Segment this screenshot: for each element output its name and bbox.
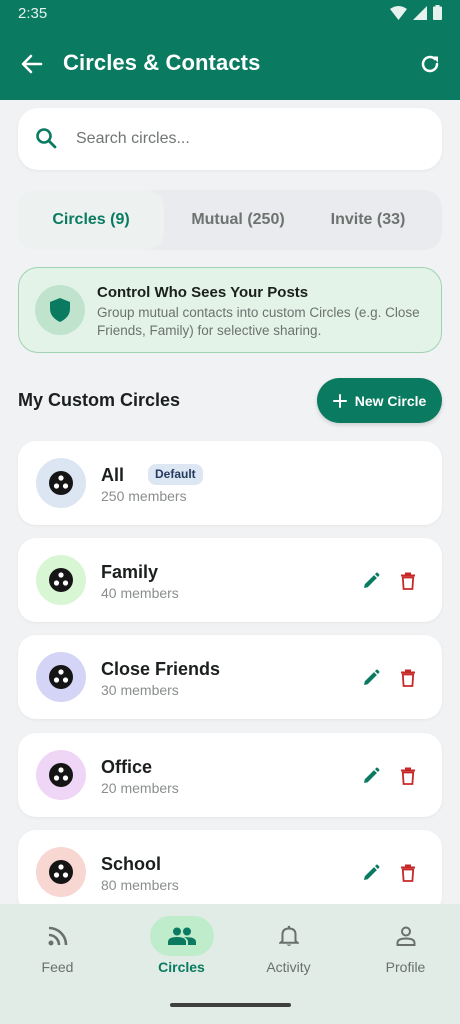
avatar [36, 652, 86, 702]
pencil-icon [364, 864, 380, 880]
status-bar: 2:35 [0, 0, 460, 28]
rss-icon [48, 926, 67, 946]
tab-circles[interactable]: Circles (9) [18, 190, 164, 250]
tab-bar: Circles (9) Mutual (250) Invite (33) [18, 190, 442, 250]
avatar [36, 555, 86, 605]
screen: 2:35 Circles & Contacts Search circles..… [0, 0, 460, 1024]
signal-icon [413, 5, 427, 20]
circle-name: School [101, 854, 162, 874]
person-icon [396, 926, 415, 946]
avatar [36, 458, 86, 508]
circle-group-icon [49, 568, 73, 592]
tab-circles-label: Circles (9) [52, 211, 130, 228]
search-input[interactable] [76, 122, 426, 156]
group-icon [167, 927, 196, 945]
nav-label-activity: Activity [266, 959, 311, 975]
circle-card-school[interactable]: School 80 members [18, 830, 442, 914]
status-time: 2:35 [18, 5, 48, 22]
circle-card-all[interactable]: All Default 250 members [18, 441, 442, 525]
edit-button[interactable] [358, 860, 384, 886]
search-icon [36, 128, 57, 149]
new-circle-label: New Circle [354, 392, 427, 409]
tab-invite[interactable]: Invite (33) [312, 190, 424, 250]
back-button[interactable] [16, 48, 48, 80]
banner-title: Control Who Sees Your Posts [97, 284, 309, 301]
refresh-icon [421, 55, 439, 73]
nav-label-feed: Feed [41, 959, 74, 975]
circle-name: Close Friends [101, 659, 221, 679]
bell-icon [278, 925, 299, 946]
nav-icon-container [26, 916, 90, 956]
battery-icon [433, 5, 442, 20]
nav-icon-container [374, 916, 438, 956]
trash-icon [401, 669, 415, 687]
circle-group-icon [49, 860, 73, 884]
circle-card-office[interactable]: Office 20 members [18, 733, 442, 817]
trash-icon [401, 572, 415, 590]
pencil-icon [364, 572, 380, 588]
circle-group-icon [49, 763, 73, 787]
wifi-icon [390, 5, 407, 20]
banner-text: Group mutual contacts into custom Circle… [97, 305, 420, 338]
member-count: 20 members [101, 780, 179, 796]
trash-icon [401, 864, 415, 882]
delete-button[interactable] [395, 860, 421, 886]
circle-card-close-friends[interactable]: Close Friends 30 members [18, 635, 442, 719]
home-indicator [170, 1003, 291, 1007]
circle-group-icon [49, 665, 73, 689]
toolbar: Circles & Contacts [0, 36, 460, 90]
pencil-icon [364, 669, 380, 685]
delete-button[interactable] [395, 763, 421, 789]
nav-icon-container [257, 916, 321, 956]
pencil-icon [364, 767, 380, 783]
default-badge: Default [148, 464, 203, 485]
trash-icon [401, 767, 415, 785]
section-title: My Custom Circles [18, 390, 181, 410]
nav-item-activity[interactable]: Activity [231, 904, 346, 994]
refresh-button[interactable] [414, 48, 446, 80]
member-count: 40 members [101, 585, 179, 601]
privacy-info-banner: Control Who Sees Your Posts Group mutual… [18, 267, 442, 353]
delete-button[interactable] [395, 568, 421, 594]
edit-button[interactable] [358, 568, 384, 594]
delete-button[interactable] [395, 665, 421, 691]
circle-group-icon [49, 471, 73, 495]
status-icons [390, 5, 442, 20]
member-count: 30 members [101, 682, 179, 698]
search-bar [18, 108, 442, 170]
nav-label-profile: Profile [385, 959, 426, 975]
avatar [36, 750, 86, 800]
nav-icon-container [149, 916, 214, 956]
plus-icon [332, 393, 347, 408]
nav-item-circles[interactable]: Circles [124, 904, 239, 994]
circle-name: Office [101, 757, 153, 777]
new-circle-button[interactable]: New Circle [317, 378, 442, 423]
avatar [36, 847, 86, 897]
edit-button[interactable] [358, 665, 384, 691]
edit-button[interactable] [358, 763, 384, 789]
page-title: Circles & Contacts [63, 50, 261, 75]
member-count: 80 members [101, 877, 179, 893]
tab-invite-label: Invite (33) [330, 211, 406, 228]
member-count: 250 members [101, 488, 187, 504]
tab-mutual-label: Mutual (250) [191, 211, 285, 228]
circle-card-family[interactable]: Family 40 members [18, 538, 442, 622]
app-bar: 2:35 Circles & Contacts [0, 0, 460, 100]
circle-name: All [101, 465, 125, 485]
circle-name: Family [101, 562, 159, 582]
nav-item-profile[interactable]: Profile [348, 904, 460, 994]
arrow-back-icon [21, 54, 43, 74]
banner-badge [35, 285, 85, 335]
shield-icon [50, 298, 70, 322]
nav-label-circles: Circles [158, 959, 205, 975]
nav-item-feed[interactable]: Feed [0, 904, 115, 994]
tab-mutual[interactable]: Mutual (250) [164, 190, 312, 250]
